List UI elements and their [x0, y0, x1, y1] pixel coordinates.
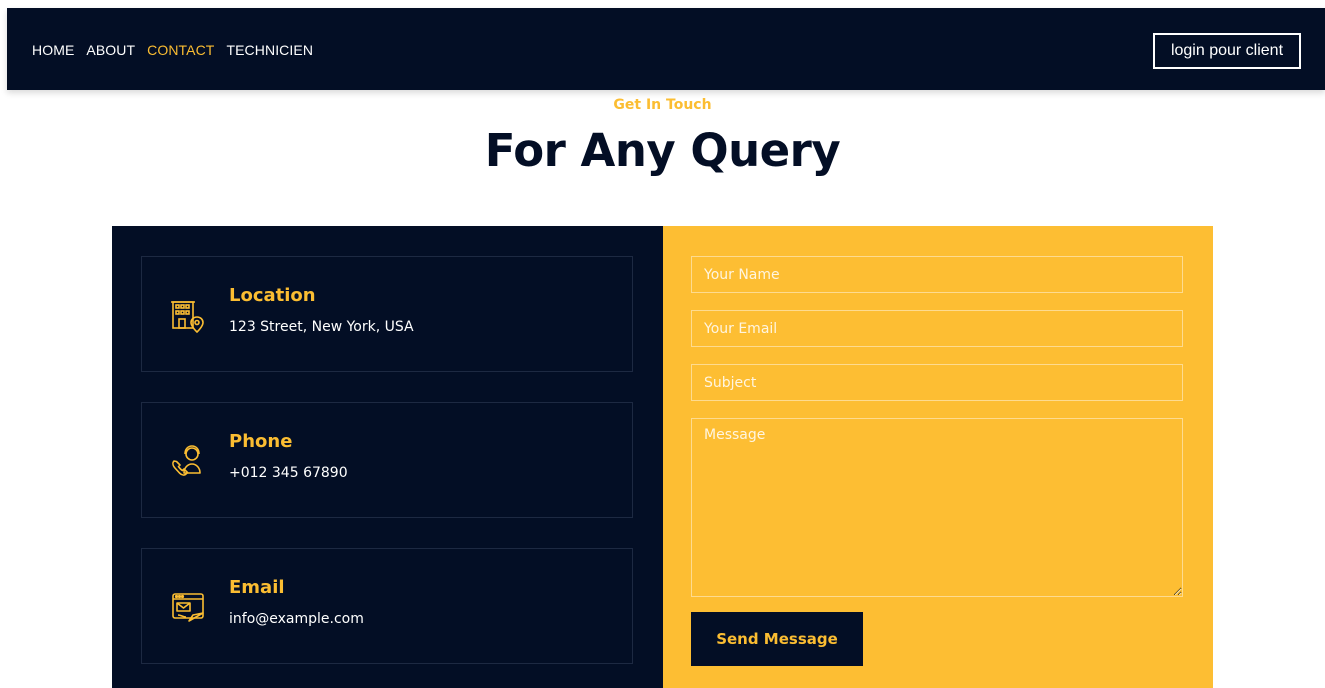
- nav-link-about[interactable]: ABOUT: [86, 42, 135, 58]
- login-client-button[interactable]: login pour client: [1153, 33, 1301, 69]
- name-input[interactable]: [691, 256, 1183, 293]
- info-card-location: Location 123 Street, New York, USA: [141, 256, 633, 372]
- contact-form: Send Message: [663, 226, 1213, 688]
- info-card-email: Email info@example.com: [141, 548, 633, 664]
- email-browser-icon: [172, 593, 204, 622]
- subject-input[interactable]: [691, 364, 1183, 401]
- info-card-value: +012 345 67890: [229, 465, 348, 481]
- info-card-value: info@example.com: [229, 611, 364, 627]
- nav-links: HOME ABOUT CONTACT TECHNICIEN: [32, 42, 313, 58]
- navbar: HOME ABOUT CONTACT TECHNICIEN login pour…: [7, 8, 1325, 90]
- send-message-button[interactable]: Send Message: [691, 612, 863, 666]
- building-location-icon: [171, 301, 204, 333]
- info-card-phone: Phone +012 345 67890: [141, 402, 633, 518]
- top-strip: [0, 0, 1325, 8]
- contact-info-panel: Location 123 Street, New York, USA Phone…: [112, 226, 663, 688]
- phone-support-icon: [172, 445, 201, 476]
- info-card-title: Location: [229, 285, 316, 306]
- info-card-value: 123 Street, New York, USA: [229, 319, 414, 335]
- email-input[interactable]: [691, 310, 1183, 347]
- section-title: For Any Query: [484, 124, 841, 177]
- info-card-title: Phone: [229, 431, 293, 452]
- nav-link-technicien[interactable]: TECHNICIEN: [226, 42, 313, 58]
- message-wrapper: [663, 418, 1213, 597]
- info-card-title: Email: [229, 577, 285, 598]
- section-eyebrow: Get In Touch: [613, 97, 712, 113]
- nav-link-home[interactable]: HOME: [32, 42, 74, 58]
- nav-link-contact[interactable]: CONTACT: [147, 42, 214, 58]
- message-textarea[interactable]: [691, 418, 1183, 597]
